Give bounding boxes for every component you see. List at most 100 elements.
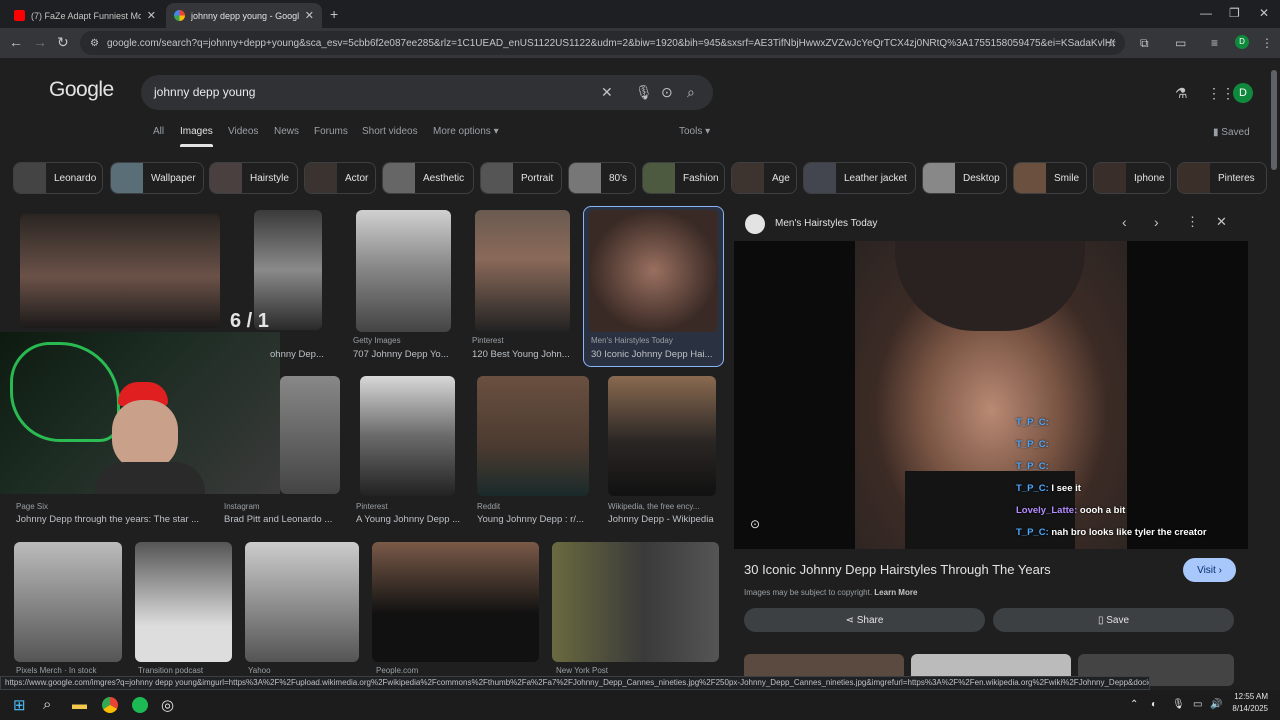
result-title[interactable]: Young Johnny Depp : r/... [477, 514, 592, 525]
scrollbar[interactable] [1271, 70, 1277, 170]
new-tab-button[interactable]: + [330, 6, 338, 22]
preview-source[interactable]: Men's Hairstyles Today [775, 218, 877, 229]
chip-portrait[interactable]: Portrait [480, 162, 562, 194]
media-icon[interactable]: ≡ [1211, 36, 1218, 50]
clock-date[interactable]: 8/14/2025 [1228, 704, 1268, 713]
microphone-icon[interactable]: 🎙 [635, 84, 653, 101]
previous-icon[interactable]: ‹ [1122, 214, 1127, 230]
learn-more-link[interactable]: Learn More [874, 588, 917, 597]
browser-tab-youtube[interactable]: (7) FaZe Adapt Funniest Mome ✕ [6, 3, 164, 28]
result-title[interactable]: ohnny Dep... [270, 349, 335, 360]
lens-icon[interactable]: ⊙ [661, 84, 673, 101]
tab-short-videos[interactable]: Short videos [362, 126, 418, 137]
result-image[interactable] [135, 542, 232, 662]
search-icon[interactable]: ⌕ [687, 84, 695, 101]
share-button[interactable]: ⋖ Share [744, 608, 985, 632]
bookmark-star-icon[interactable]: ☆ [1106, 36, 1117, 50]
profile-avatar[interactable]: D [1235, 35, 1249, 49]
result-image[interactable] [280, 376, 340, 494]
chip-wallpaper[interactable]: Wallpaper [110, 162, 204, 194]
result-image[interactable] [477, 376, 589, 496]
chip-age[interactable]: Age [731, 162, 797, 194]
account-avatar[interactable]: D [1233, 83, 1253, 103]
minimize-icon[interactable]: — [1200, 6, 1212, 20]
chip-actor[interactable]: Actor [304, 162, 376, 194]
chip-aesthetic[interactable]: Aesthetic [382, 162, 474, 194]
chip-leather-jacket[interactable]: Leather jacket [803, 162, 916, 194]
result-image[interactable] [475, 210, 570, 332]
result-image[interactable] [245, 542, 359, 662]
result-title[interactable]: Johnny Depp - Wikipedia [608, 514, 723, 525]
menu-kebab-icon[interactable]: ⋮ [1261, 36, 1273, 50]
result-image[interactable] [14, 542, 122, 662]
search-input[interactable]: johnny depp young [154, 85, 255, 99]
address-bar[interactable]: ⚙ google.com/search?q=johnny+depp+young&… [80, 31, 1125, 55]
preview-image[interactable]: ⊙ T_P_C: T_P_C: T_P_C: T_P_C: I see it L… [734, 241, 1248, 549]
close-preview-icon[interactable]: ✕ [1216, 214, 1227, 230]
result-image[interactable] [360, 376, 455, 496]
lens-search-icon[interactable]: ⊙ [750, 517, 760, 531]
forward-icon[interactable]: → [33, 34, 47, 50]
chrome-icon[interactable] [102, 697, 118, 713]
chip-smile[interactable]: Smile [1013, 162, 1087, 194]
next-icon[interactable]: › [1154, 214, 1159, 230]
result-title[interactable]: A Young Johnny Depp ... [356, 514, 466, 525]
result-image[interactable] [20, 214, 220, 328]
search-box[interactable]: johnny depp young ✕ 🎙 ⊙ ⌕ [141, 75, 713, 110]
close-tab-icon[interactable]: ✕ [147, 9, 156, 22]
result-title[interactable]: Johnny Depp through the years: The star … [16, 514, 211, 525]
result-image[interactable] [372, 542, 539, 662]
spotify-icon[interactable] [132, 697, 148, 713]
result-title[interactable]: 120 Best Young John... [472, 349, 582, 360]
browser-tab-google[interactable]: johnny depp young - Google S ✕ [166, 3, 322, 28]
site-info-icon[interactable]: ⚙ [90, 38, 99, 49]
obs-icon[interactable]: ◎ [161, 696, 174, 714]
chip-80s[interactable]: 80's [568, 162, 636, 194]
volume-icon[interactable]: 🔊 [1210, 699, 1222, 710]
google-logo[interactable]: Google [49, 78, 114, 102]
back-icon[interactable]: ← [9, 34, 23, 50]
chip-desktop[interactable]: Desktop [922, 162, 1007, 194]
file-explorer-icon[interactable]: ▬ [72, 696, 87, 713]
save-button[interactable]: ▯ Save [993, 608, 1234, 632]
result-image[interactable] [552, 542, 719, 662]
result-title[interactable]: 30 Iconic Johnny Depp Hai... [591, 349, 716, 360]
tray-mic-icon[interactable]: 🎙 [1172, 699, 1185, 710]
tab-more-options[interactable]: More options ▾ [433, 126, 499, 137]
tab-images[interactable]: Images [180, 126, 213, 137]
tools-button[interactable]: Tools ▾ [679, 126, 710, 137]
more-options-icon[interactable]: ⋮ [1186, 214, 1199, 230]
result-title[interactable]: 707 Johnny Depp Yo... [353, 349, 463, 360]
saved-button[interactable]: ▮ Saved [1213, 127, 1250, 138]
chip-fashion[interactable]: Fashion [642, 162, 725, 194]
maximize-icon[interactable]: ❐ [1229, 6, 1240, 20]
close-window-icon[interactable]: ✕ [1259, 6, 1269, 20]
chip-hairstyle[interactable]: Hairstyle [209, 162, 298, 194]
tray-chevron-icon[interactable]: ⌃ [1130, 699, 1138, 710]
chip-leonardo[interactable]: Leonardo [13, 162, 103, 194]
tab-forums[interactable]: Forums [314, 126, 348, 137]
apps-grid-icon[interactable]: ⋮⋮ [1207, 85, 1235, 102]
tab-all[interactable]: All [153, 126, 164, 137]
reload-icon[interactable]: ↻ [57, 34, 69, 51]
result-image[interactable] [608, 376, 716, 496]
clock-time[interactable]: 12:55 AM [1228, 692, 1268, 701]
result-image[interactable] [356, 210, 451, 332]
extensions-icon[interactable]: ⧉ [1140, 36, 1149, 51]
chip-pinterest[interactable]: Pinteres [1177, 162, 1267, 194]
preview-title[interactable]: 30 Iconic Johnny Depp Hairstyles Through… [744, 562, 1051, 577]
result-image[interactable] [589, 210, 718, 332]
tray-app-icon[interactable]: ◐ [1151, 699, 1157, 710]
network-icon[interactable]: ▭ [1193, 699, 1202, 710]
tab-videos[interactable]: Videos [228, 126, 258, 137]
sidepanel-icon[interactable]: ▭ [1175, 36, 1186, 50]
tab-news[interactable]: News [274, 126, 299, 137]
labs-flask-icon[interactable]: ⚗ [1175, 85, 1188, 102]
windows-start-icon[interactable]: ⊞ [13, 696, 26, 714]
search-icon[interactable]: ⌕ [43, 696, 51, 713]
close-tab-icon[interactable]: ✕ [305, 9, 314, 22]
chip-iphone[interactable]: Iphone [1093, 162, 1171, 194]
visit-button[interactable]: Visit › [1183, 558, 1236, 582]
clear-search-icon[interactable]: ✕ [601, 84, 613, 101]
result-title[interactable]: Brad Pitt and Leonardo ... [224, 514, 344, 525]
